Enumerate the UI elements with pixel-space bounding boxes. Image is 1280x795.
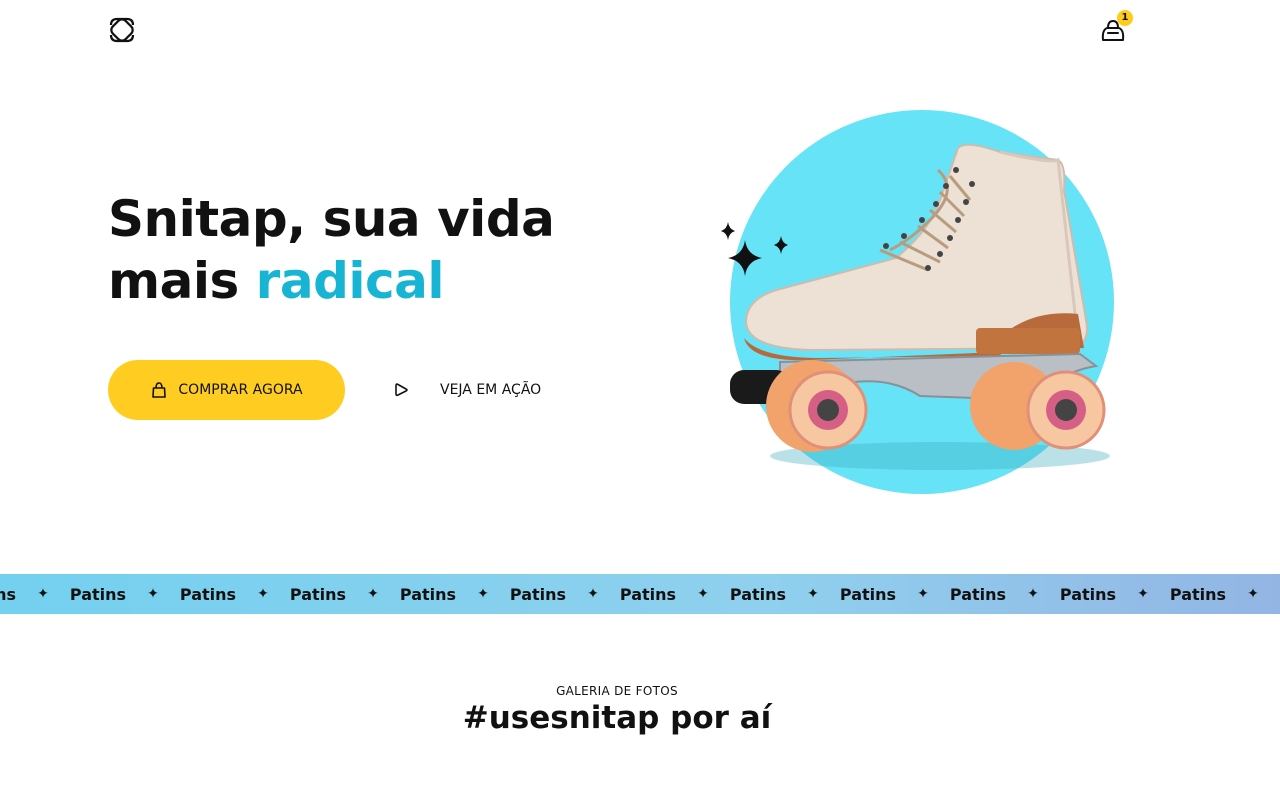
sparkle-icon: ✦ (587, 586, 599, 602)
sparkle-icon: ✦ (477, 586, 489, 602)
hero-title-plain: mais (108, 252, 239, 310)
marquee-item: Patins (1059, 584, 1117, 604)
roller-skate-image (721, 110, 1114, 494)
hero-title: Snitap, sua vida mais radical (108, 188, 628, 312)
sparkle-icon: ✦ (807, 586, 819, 602)
marquee-item: Patins (179, 584, 237, 604)
sparkle-icon: ✦ (367, 586, 379, 602)
marquee-item: Patins (289, 584, 347, 604)
marquee-item: Patins (1169, 584, 1227, 604)
sparkle-icon: ✦ (697, 586, 709, 602)
patins-marquee: Patins ✦ Patins ✦ Patins ✦ Patins ✦ Patins ✦ Patin… (0, 574, 1280, 614)
sparkle-icon: ✦ (1027, 586, 1039, 602)
sparkle-icon: ✦ (257, 586, 269, 602)
cart-count-badge: 1 (1117, 10, 1133, 26)
sparkle-icon: ✦ (37, 586, 49, 602)
marquee-item: Patins (729, 584, 787, 604)
sparkle-icon: ✦ (1137, 586, 1149, 602)
sparkle-icon: ✦ (1247, 586, 1259, 602)
buy-now-label: COMPRAR AGORA (178, 382, 303, 398)
hero-title-accent: radical (255, 252, 445, 310)
sparkle-icon (721, 222, 735, 240)
marquee-item: Patins (399, 584, 457, 604)
skate-wheel (970, 362, 1106, 450)
logo-icon[interactable] (108, 16, 136, 44)
sparkle-icon: ✦ (917, 586, 929, 602)
marquee-item: Patins (619, 584, 677, 604)
gallery-title: #usesnitap por aí (462, 700, 772, 736)
shopping-bag-icon (152, 382, 167, 398)
buy-now-button[interactable]: COMPRAR AGORA (108, 360, 345, 420)
marquee-item: Patins (69, 584, 127, 604)
watch-in-action-button[interactable]: VEJA EM AÇÃO (392, 376, 541, 404)
watch-in-action-label: VEJA EM AÇÃO (440, 382, 542, 398)
marquee-item: Patins (509, 584, 567, 604)
marquee-item: Patins (839, 584, 897, 604)
marquee-track: Patins ✦ Patins ✦ Patins ✦ Patins ✦ Patins ✦ Patin… (0, 574, 1264, 614)
marquee-item: Patins (0, 584, 17, 604)
sparkle-icon: ✦ (147, 586, 159, 602)
gallery-label: GALERIA DE FOTOS (556, 684, 678, 698)
play-icon (395, 383, 408, 397)
marquee-item: Patins (949, 584, 1007, 604)
hero-title-line1: Snitap, sua vida (108, 190, 555, 248)
